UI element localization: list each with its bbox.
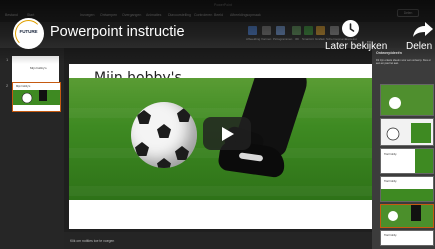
thumbnail-number: 2 xyxy=(6,83,9,88)
design-idea-image xyxy=(381,205,433,227)
ball-panel xyxy=(137,110,151,124)
slide-thumbnail-2[interactable]: Mijn hobby's xyxy=(12,82,61,112)
share-label: Delen xyxy=(406,41,433,52)
play-icon xyxy=(222,127,234,141)
share-button[interactable]: Delen xyxy=(404,20,434,60)
play-button[interactable] xyxy=(203,117,251,150)
video-title[interactable]: Powerpoint instructie xyxy=(50,24,185,40)
design-idea-card[interactable]: Titel hobby xyxy=(380,148,434,174)
grass-stripe xyxy=(69,186,374,196)
channel-logo-text: FUTURE xyxy=(19,29,38,34)
channel-avatar[interactable]: FUTURE xyxy=(13,18,44,49)
notes-pane[interactable]: Klik om notities toe te voegen xyxy=(64,232,372,249)
clock-icon xyxy=(342,20,359,37)
design-idea-image xyxy=(381,85,433,115)
share-arrow-icon xyxy=(413,22,433,37)
ball-panel xyxy=(175,146,189,160)
design-idea-image xyxy=(381,189,433,201)
design-ideas-pane: Ontwerpideeën Dit zijn enkele ideeën voo… xyxy=(372,48,435,249)
ball-panel xyxy=(157,158,171,168)
thumbnail-image xyxy=(13,90,60,105)
watch-later-button[interactable]: Later bekijken xyxy=(325,20,387,60)
design-idea-image xyxy=(381,119,433,145)
design-idea-card[interactable] xyxy=(380,118,434,146)
design-idea-label: Titel hobby xyxy=(384,234,397,237)
notes-placeholder: Klik om notities toe te voegen xyxy=(70,239,115,243)
thumbnail-title: Mijn hobby's xyxy=(30,66,47,70)
design-idea-image xyxy=(415,149,433,173)
clock-hands xyxy=(349,23,355,32)
design-idea-card[interactable]: Titel hobby xyxy=(380,176,434,202)
soccer-ball xyxy=(131,102,197,168)
watch-later-label: Later bekijken xyxy=(325,41,388,52)
ball-panel xyxy=(135,142,149,156)
design-idea-card[interactable]: Titel hobby xyxy=(380,230,434,246)
video-frame[interactable]: PowerPoint Bestand Start Invoegen Ontwer… xyxy=(0,0,435,249)
design-idea-card[interactable] xyxy=(380,204,434,228)
ball-panel xyxy=(157,124,171,138)
design-idea-card[interactable] xyxy=(380,84,434,116)
